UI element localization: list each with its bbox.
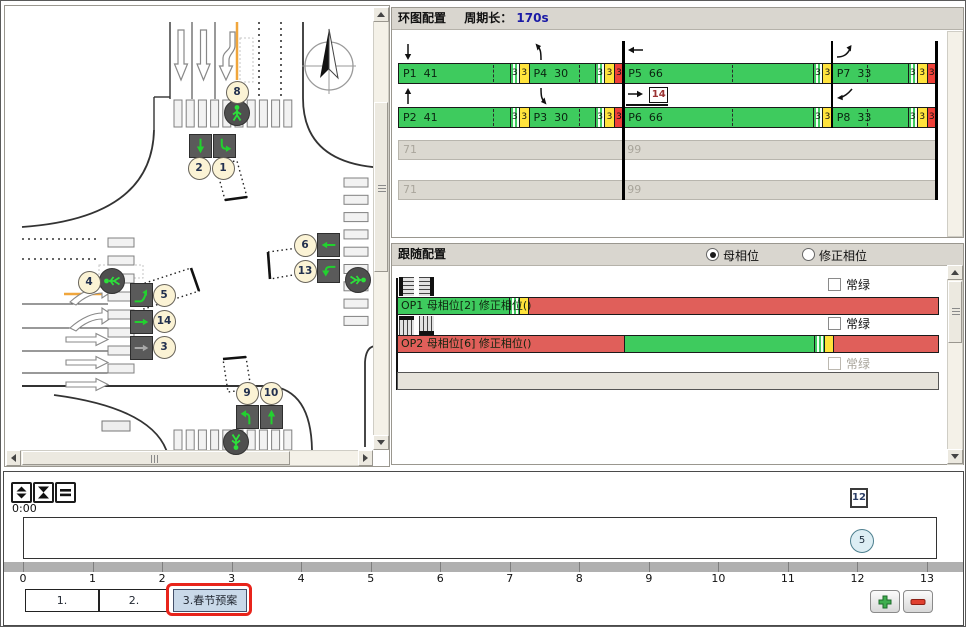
phase-label: P2 41: [403, 108, 438, 127]
signal-number-circle[interactable]: 3: [153, 336, 176, 359]
walking-person-icon: [100, 269, 124, 293]
plus-icon: [878, 595, 892, 609]
tab-plan-1[interactable]: 1.: [25, 589, 99, 612]
down-right-signal-arrow-icon: [214, 135, 235, 157]
phase-dash-marker: [579, 65, 580, 82]
phase-label: P5 66: [628, 64, 663, 83]
right-signal-arrow-icon: [131, 311, 152, 333]
pedestrian-signal[interactable]: [345, 267, 371, 293]
add-plan-button[interactable]: [870, 590, 900, 613]
walking-person-icon: [225, 101, 249, 125]
phase-label: P8 33: [837, 108, 872, 127]
timeline-marker-box[interactable]: 12: [850, 488, 868, 508]
signal-number-circle[interactable]: 2: [188, 157, 211, 180]
tab-plan-2[interactable]: 2.: [99, 589, 169, 612]
overlap-tag: 14: [649, 87, 668, 103]
signal-lamp-box[interactable]: [189, 134, 212, 158]
signal-number-circle[interactable]: 13: [294, 260, 317, 283]
minus-icon: [910, 598, 926, 606]
signal-lamp-box[interactable]: [317, 233, 340, 257]
right-signal-arrow-icon: [131, 337, 152, 359]
down-signal-arrow-icon: [190, 135, 211, 157]
left-down-signal-arrow-icon: [318, 260, 339, 282]
phase-dash-marker: [732, 65, 733, 82]
signal-lamp-box[interactable]: [260, 405, 283, 429]
pedestrian-signal[interactable]: [223, 429, 249, 455]
phase-label: P6 66: [628, 108, 663, 127]
phase-label: P4 30: [534, 64, 569, 83]
phase-dash-marker: [579, 109, 580, 126]
tab-plan-3[interactable]: 3.春节预案: [173, 589, 247, 612]
phase-label: P7 33: [837, 64, 872, 83]
walking-person-icon: [346, 268, 370, 292]
pedestrian-signal[interactable]: [224, 100, 250, 126]
signal-number-circle[interactable]: 8: [226, 81, 249, 104]
app-window: 82145143613910 环图配置 周期长： 170s P1 4133P4 …: [0, 0, 966, 627]
signal-number-circle[interactable]: 14: [153, 310, 176, 333]
remove-plan-button[interactable]: [903, 590, 933, 613]
signal-number-circle[interactable]: 6: [294, 234, 317, 257]
signal-lamp-box[interactable]: [236, 405, 259, 429]
phase-dash-marker: [493, 65, 494, 82]
timeline-marker-circle[interactable]: 5: [850, 529, 874, 553]
left-signal-arrow-icon: [318, 234, 339, 256]
phase-label: P3 30: [534, 108, 569, 127]
signal-number-circle[interactable]: 4: [78, 271, 101, 294]
phase-dash-marker: [493, 109, 494, 126]
signal-number-circle[interactable]: 10: [260, 382, 283, 405]
op-bar-label: OP1 母相位[2] 修正相位(): [401, 298, 531, 314]
walking-person-icon: [224, 430, 248, 454]
signal-lamp-box[interactable]: [317, 259, 340, 283]
signal-lamp-box[interactable]: [130, 336, 153, 360]
signal-number-circle[interactable]: 5: [153, 284, 176, 307]
up-signal-arrow-icon: [261, 406, 282, 428]
phase-label: P1 41: [403, 64, 438, 83]
signal-lamp-box[interactable]: [130, 283, 153, 307]
signal-number-circle[interactable]: 9: [236, 382, 259, 405]
signal-lamp-box[interactable]: [213, 134, 236, 158]
phase-dash-marker: [732, 109, 733, 126]
signal-number-circle[interactable]: 1: [212, 157, 235, 180]
up-left-signal-arrow-icon: [237, 406, 258, 428]
right-up-signal-arrow-icon: [131, 284, 152, 306]
pedestrian-signal[interactable]: [99, 268, 125, 294]
op-bar-label: OP2 母相位[6] 修正相位(): [401, 336, 531, 352]
signal-lamp-box[interactable]: [130, 310, 153, 334]
